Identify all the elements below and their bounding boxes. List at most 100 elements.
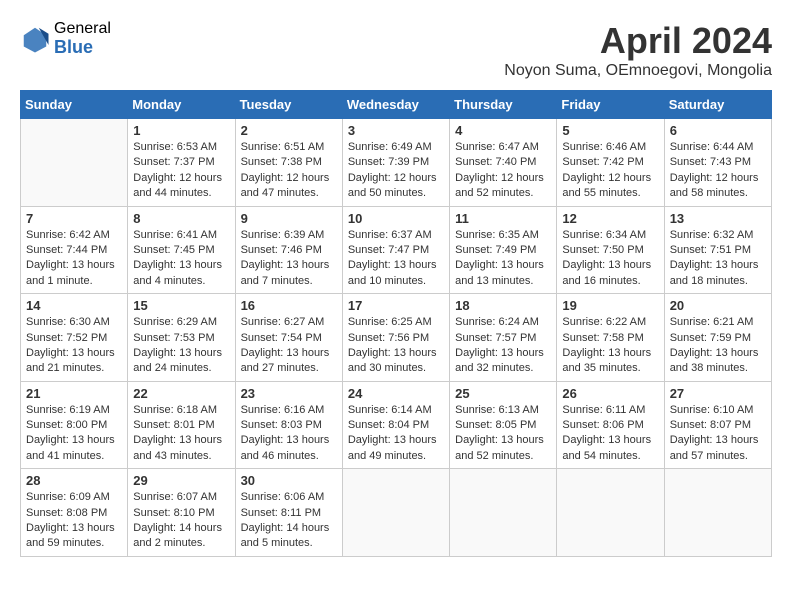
table-row: 24 Sunrise: 6:14 AM Sunset: 8:04 PM Dayli… bbox=[342, 381, 449, 469]
table-row: 6Sunrise: 6:44 AM Sunset: 7:43 PM Daylig… bbox=[664, 119, 771, 207]
title-section: April 2024 Noyon Suma, OEmnoegovi, Mongo… bbox=[504, 20, 772, 80]
day-number: 25 bbox=[455, 386, 551, 401]
table-row: 7Sunrise: 6:42 AM Sunset: 7:44 PM Daylig… bbox=[21, 206, 128, 294]
day-detail: Sunrise: 6:10 AM Sunset: 8:07 PM Dayligh… bbox=[670, 403, 766, 465]
header-monday: Monday bbox=[128, 91, 235, 119]
day-number: 24 bbox=[348, 386, 444, 401]
table-row: 11 Sunrise: 6:35 AM Sunset: 7:49 PM Dayli… bbox=[450, 206, 557, 294]
calendar-week-row: 1 Sunrise: 6:53 AM Sunset: 7:37 PM Daylig… bbox=[21, 119, 772, 207]
day-detail: Sunrise: 6:13 AM Sunset: 8:05 PM Dayligh… bbox=[455, 403, 551, 465]
day-detail: Sunrise: 6:29 AM Sunset: 7:53 PM Dayligh… bbox=[133, 315, 229, 377]
day-number: 10 bbox=[348, 211, 444, 226]
header-thursday: Thursday bbox=[450, 91, 557, 119]
header-wednesday: Wednesday bbox=[342, 91, 449, 119]
day-detail: Sunrise: 6:47 AM Sunset: 7:40 PM Dayligh… bbox=[455, 140, 551, 202]
day-detail: Sunrise: 6:39 AM Sunset: 7:46 PM Dayligh… bbox=[241, 228, 337, 290]
table-row: 15 Sunrise: 6:29 AM Sunset: 7:53 PM Dayli… bbox=[128, 294, 235, 382]
day-number: 29 bbox=[133, 473, 229, 488]
day-detail: Sunrise: 6:25 AM Sunset: 7:56 PM Dayligh… bbox=[348, 315, 444, 377]
header-saturday: Saturday bbox=[664, 91, 771, 119]
day-detail: Sunrise: 6:32 AM Sunset: 7:51 PM Dayligh… bbox=[670, 228, 766, 290]
table-row: 14 Sunrise: 6:30 AM Sunset: 7:52 PM Dayli… bbox=[21, 294, 128, 382]
table-row: 1 Sunrise: 6:53 AM Sunset: 7:37 PM Daylig… bbox=[128, 119, 235, 207]
day-detail: Sunrise: 6:34 AM Sunset: 7:50 PM Dayligh… bbox=[562, 228, 658, 290]
header-tuesday: Tuesday bbox=[235, 91, 342, 119]
table-row: 13 Sunrise: 6:32 AM Sunset: 7:51 PM Dayli… bbox=[664, 206, 771, 294]
day-number: 9 bbox=[241, 211, 337, 226]
day-detail: Sunrise: 6:27 AM Sunset: 7:54 PM Dayligh… bbox=[241, 315, 337, 377]
day-detail: Sunrise: 6:11 AM Sunset: 8:06 PM Dayligh… bbox=[562, 403, 658, 465]
day-number: 11 bbox=[455, 211, 551, 226]
day-number: 28 bbox=[26, 473, 122, 488]
day-detail: Sunrise: 6:35 AM Sunset: 7:49 PM Dayligh… bbox=[455, 228, 551, 290]
calendar-header-row: Sunday Monday Tuesday Wednesday Thursday… bbox=[21, 91, 772, 119]
day-detail: Sunrise: 6:21 AM Sunset: 7:59 PM Dayligh… bbox=[670, 315, 766, 377]
day-number: 23 bbox=[241, 386, 337, 401]
day-detail: Sunrise: 6:06 AM Sunset: 8:11 PM Dayligh… bbox=[241, 490, 337, 552]
logo: General Blue bbox=[20, 20, 111, 57]
table-row: 28Sunrise: 6:09 AM Sunset: 8:08 PM Dayli… bbox=[21, 469, 128, 557]
day-detail: Sunrise: 6:49 AM Sunset: 7:39 PM Dayligh… bbox=[348, 140, 444, 202]
table-row bbox=[664, 469, 771, 557]
day-number: 12 bbox=[562, 211, 658, 226]
day-detail: Sunrise: 6:07 AM Sunset: 8:10 PM Dayligh… bbox=[133, 490, 229, 552]
day-number: 15 bbox=[133, 298, 229, 313]
table-row bbox=[450, 469, 557, 557]
table-row: 27 Sunrise: 6:10 AM Sunset: 8:07 PM Dayli… bbox=[664, 381, 771, 469]
table-row: 20 Sunrise: 6:21 AM Sunset: 7:59 PM Dayli… bbox=[664, 294, 771, 382]
day-number: 13 bbox=[670, 211, 766, 226]
table-row: 3 Sunrise: 6:49 AM Sunset: 7:39 PM Daylig… bbox=[342, 119, 449, 207]
table-row: 26Sunrise: 6:11 AM Sunset: 8:06 PM Dayli… bbox=[557, 381, 664, 469]
day-number: 18 bbox=[455, 298, 551, 313]
day-number: 27 bbox=[670, 386, 766, 401]
day-number: 19 bbox=[562, 298, 658, 313]
day-number: 6 bbox=[670, 123, 766, 138]
day-detail: Sunrise: 6:46 AM Sunset: 7:42 PM Dayligh… bbox=[562, 140, 658, 202]
header-sunday: Sunday bbox=[21, 91, 128, 119]
table-row: 12 Sunrise: 6:34 AM Sunset: 7:50 PM Dayli… bbox=[557, 206, 664, 294]
day-number: 22 bbox=[133, 386, 229, 401]
day-detail: Sunrise: 6:30 AM Sunset: 7:52 PM Dayligh… bbox=[26, 315, 122, 377]
logo-text: General Blue bbox=[54, 20, 111, 57]
table-row: 5Sunrise: 6:46 AM Sunset: 7:42 PM Daylig… bbox=[557, 119, 664, 207]
table-row: 22 Sunrise: 6:18 AM Sunset: 8:01 PM Dayli… bbox=[128, 381, 235, 469]
day-detail: Sunrise: 6:22 AM Sunset: 7:58 PM Dayligh… bbox=[562, 315, 658, 377]
page-header: General Blue April 2024 Noyon Suma, OEmn… bbox=[20, 20, 772, 80]
day-number: 17 bbox=[348, 298, 444, 313]
calendar-table: Sunday Monday Tuesday Wednesday Thursday… bbox=[20, 90, 772, 557]
logo-blue-text: Blue bbox=[54, 38, 111, 58]
calendar-week-row: 28Sunrise: 6:09 AM Sunset: 8:08 PM Dayli… bbox=[21, 469, 772, 557]
day-number: 4 bbox=[455, 123, 551, 138]
day-detail: Sunrise: 6:53 AM Sunset: 7:37 PM Dayligh… bbox=[133, 140, 229, 202]
logo-general-text: General bbox=[54, 20, 111, 38]
calendar-week-row: 14 Sunrise: 6:30 AM Sunset: 7:52 PM Dayli… bbox=[21, 294, 772, 382]
day-detail: Sunrise: 6:14 AM Sunset: 8:04 PM Dayligh… bbox=[348, 403, 444, 465]
table-row: 25 Sunrise: 6:13 AM Sunset: 8:05 PM Dayli… bbox=[450, 381, 557, 469]
table-row: 4 Sunrise: 6:47 AM Sunset: 7:40 PM Daylig… bbox=[450, 119, 557, 207]
day-number: 30 bbox=[241, 473, 337, 488]
day-detail: Sunrise: 6:42 AM Sunset: 7:44 PM Dayligh… bbox=[26, 228, 122, 290]
day-detail: Sunrise: 6:19 AM Sunset: 8:00 PM Dayligh… bbox=[26, 403, 122, 465]
table-row bbox=[342, 469, 449, 557]
day-number: 3 bbox=[348, 123, 444, 138]
table-row: 19 Sunrise: 6:22 AM Sunset: 7:58 PM Dayli… bbox=[557, 294, 664, 382]
table-row: 16 Sunrise: 6:27 AM Sunset: 7:54 PM Dayli… bbox=[235, 294, 342, 382]
table-row: 8 Sunrise: 6:41 AM Sunset: 7:45 PM Daylig… bbox=[128, 206, 235, 294]
table-row: 18 Sunrise: 6:24 AM Sunset: 7:57 PM Dayli… bbox=[450, 294, 557, 382]
day-number: 14 bbox=[26, 298, 122, 313]
table-row: 2Sunrise: 6:51 AM Sunset: 7:38 PM Daylig… bbox=[235, 119, 342, 207]
location-title: Noyon Suma, OEmnoegovi, Mongolia bbox=[504, 62, 772, 80]
month-title: April 2024 bbox=[504, 20, 772, 62]
table-row: 17 Sunrise: 6:25 AM Sunset: 7:56 PM Dayli… bbox=[342, 294, 449, 382]
day-number: 16 bbox=[241, 298, 337, 313]
day-number: 1 bbox=[133, 123, 229, 138]
table-row: 9 Sunrise: 6:39 AM Sunset: 7:46 PM Daylig… bbox=[235, 206, 342, 294]
table-row: 29 Sunrise: 6:07 AM Sunset: 8:10 PM Dayli… bbox=[128, 469, 235, 557]
day-number: 21 bbox=[26, 386, 122, 401]
table-row bbox=[557, 469, 664, 557]
day-number: 8 bbox=[133, 211, 229, 226]
day-detail: Sunrise: 6:18 AM Sunset: 8:01 PM Dayligh… bbox=[133, 403, 229, 465]
day-detail: Sunrise: 6:41 AM Sunset: 7:45 PM Dayligh… bbox=[133, 228, 229, 290]
day-detail: Sunrise: 6:24 AM Sunset: 7:57 PM Dayligh… bbox=[455, 315, 551, 377]
day-number: 20 bbox=[670, 298, 766, 313]
